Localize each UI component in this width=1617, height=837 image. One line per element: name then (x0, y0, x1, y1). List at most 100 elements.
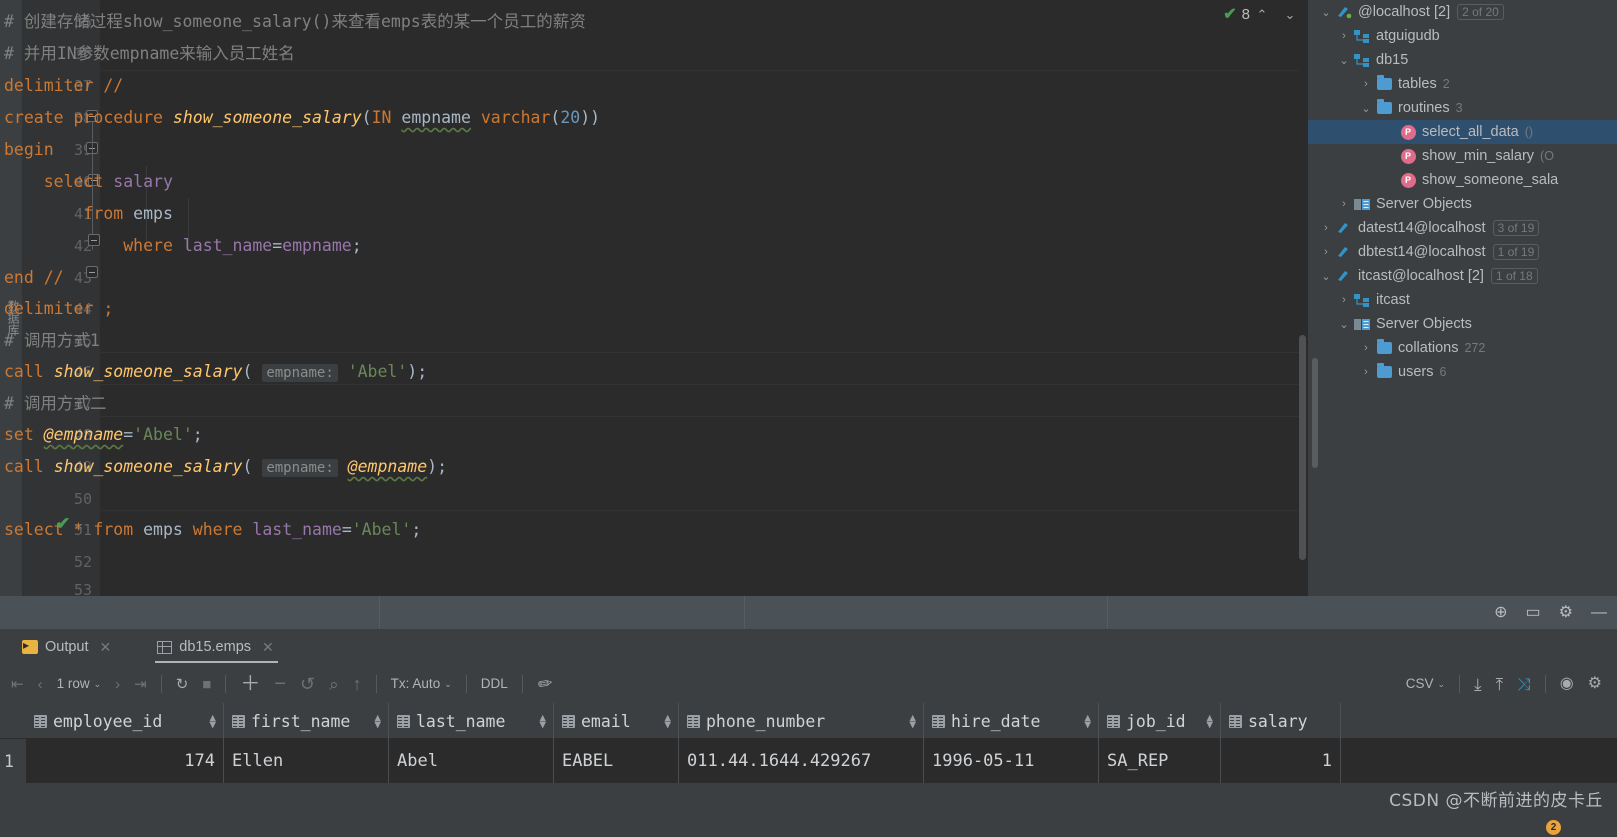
chevron-right-icon[interactable]: › (1318, 222, 1334, 234)
last-page-button[interactable]: ⇥ (127, 677, 154, 692)
chevron-right-icon[interactable]: › (1336, 30, 1352, 42)
inspection-widget[interactable]: ✔ 8 (1223, 4, 1250, 24)
code-line-38[interactable]: create procedure show_someone_salary(IN … (4, 102, 1308, 134)
code-line-37[interactable]: delimiter // (4, 70, 1308, 102)
export-data-icon[interactable]: ⤓ (1467, 676, 1489, 693)
cell-phone-number[interactable]: 011.44.1644.429267 (679, 739, 924, 783)
chevron-down-icon[interactable]: ⌄ (1336, 318, 1352, 331)
tree-item-itcast-schema[interactable]: › itcast (1308, 288, 1617, 312)
pin-tab-icon[interactable]: ✐ (527, 669, 560, 699)
code-line-43[interactable]: end // (4, 262, 1308, 294)
tree-item-datest14[interactable]: › datest14@localhost 3 of 19 (1308, 216, 1617, 240)
cell-employee-id[interactable]: 174 (26, 739, 224, 783)
code-line-40[interactable]: select salary (4, 166, 1308, 198)
tree-item-atguigudb[interactable]: › atguigudb (1308, 24, 1617, 48)
chevron-down-icon[interactable]: ⌄ (1358, 102, 1374, 115)
cell-first-name[interactable]: Ellen (224, 739, 389, 783)
minimize-icon[interactable]: — (1591, 605, 1607, 621)
column-header-employee-id[interactable]: employee_id ▲▼ (26, 703, 224, 739)
find-button[interactable]: ⌕ (322, 676, 346, 693)
sort-indicator-icon[interactable]: ▲▼ (374, 714, 381, 728)
panel-splitter-bar[interactable]: ⊕ ▭ ⚙ — (0, 596, 1617, 629)
row-count-selector[interactable]: 1 row ⌄ (50, 677, 109, 691)
cell-last-name[interactable]: Abel (389, 739, 554, 783)
code-line-36[interactable]: # 并用IN参数empname来输入员工姓名 (4, 38, 1308, 70)
code-line-49[interactable]: call show_someone_salary( empname: @empn… (4, 451, 1308, 483)
chevron-down-icon[interactable]: ⌄ (1336, 54, 1352, 67)
prev-page-button[interactable]: ‹ (31, 677, 50, 692)
revert-button[interactable]: ↺ (293, 675, 322, 693)
chevron-right-icon[interactable]: › (1318, 246, 1334, 258)
stop-button[interactable]: ■ (195, 677, 218, 692)
column-header-hire-date[interactable]: hire_date ▲▼ (924, 703, 1099, 739)
chevron-down-icon[interactable]: ⌄ (1318, 270, 1334, 283)
grid-settings-gear-icon[interactable]: ⚙ (1581, 676, 1609, 692)
cell-job-id[interactable]: SA_REP (1099, 739, 1221, 783)
view-as-icon[interactable]: ◉ (1553, 676, 1581, 692)
submit-button[interactable]: ↑ (346, 675, 369, 693)
layout-panel-icon[interactable]: ▭ (1526, 605, 1541, 621)
chevron-right-icon[interactable]: › (1336, 294, 1352, 306)
chevron-right-icon[interactable]: › (1336, 198, 1352, 210)
code-line-45[interactable]: # 调用方式1 (4, 325, 1308, 357)
sort-indicator-icon[interactable]: ▲▼ (539, 714, 546, 728)
tree-item-itcast-localhost[interactable]: ⌄ itcast@localhost [2] 1 of 18 (1308, 264, 1617, 288)
column-header-salary[interactable]: salary (1221, 703, 1341, 739)
column-header-last-name[interactable]: last_name ▲▼ (389, 703, 554, 739)
sort-indicator-icon[interactable]: ▲▼ (909, 714, 916, 728)
cell-email[interactable]: EABEL (554, 739, 679, 783)
tree-vertical-scrollbar[interactable] (1312, 358, 1318, 468)
chevron-right-icon[interactable]: › (1358, 78, 1374, 90)
tree-item-show-min-salary[interactable]: P show_min_salary (O (1308, 144, 1617, 168)
code-line-51[interactable]: select * from emps where last_name='Abel… (4, 514, 1308, 546)
output-format-selector[interactable]: CSV ⌄ (1399, 677, 1452, 691)
next-page-button[interactable]: › (108, 677, 127, 692)
table-row[interactable]: 174 Ellen Abel EABEL 011.44.1644.429267 … (26, 739, 1617, 783)
chevron-right-icon[interactable]: › (1358, 342, 1374, 354)
tree-item-localhost[interactable]: ⌄ @localhost [2] 2 of 20 (1308, 0, 1617, 24)
code-line-48[interactable]: set @empname='Abel'; (4, 419, 1308, 451)
sort-indicator-icon[interactable]: ▲▼ (1084, 714, 1091, 728)
sort-indicator-icon[interactable]: ▲▼ (664, 714, 671, 728)
column-header-email[interactable]: email ▲▼ (554, 703, 679, 739)
target-locate-icon[interactable]: ⊕ (1494, 605, 1507, 621)
code-line-46[interactable]: call show_someone_salary( empname: 'Abel… (4, 356, 1308, 388)
chevron-down-icon[interactable]: ⌄ (1318, 6, 1334, 19)
cell-hire-date[interactable]: 1996-05-11 (924, 739, 1099, 783)
tree-item-routines[interactable]: ⌄ routines 3 (1308, 96, 1617, 120)
transaction-mode-selector[interactable]: Tx: Auto ⌄ (384, 677, 459, 691)
column-header-job-id[interactable]: job_id ▲▼ (1099, 703, 1221, 739)
code-line-41[interactable]: from emps (4, 198, 1308, 230)
notification-badge[interactable]: 2 (1546, 820, 1561, 835)
editor-vertical-scrollbar[interactable] (1299, 335, 1306, 560)
column-header-phone-number[interactable]: phone_number ▲▼ (679, 703, 924, 739)
add-row-button[interactable]: ＋ (233, 674, 267, 694)
next-problem-icon[interactable]: ⌄ (1280, 7, 1300, 23)
close-icon[interactable]: ✕ (262, 639, 274, 656)
tree-item-dbtest14[interactable]: › dbtest14@localhost 1 of 19 (1308, 240, 1617, 264)
close-icon[interactable]: ✕ (100, 639, 112, 656)
settings-gear-icon[interactable]: ⚙ (1559, 605, 1573, 621)
ddl-button[interactable]: DDL (474, 677, 515, 691)
code-line-42[interactable]: where last_name=empname; (4, 230, 1308, 262)
code-line-39[interactable]: begin (4, 134, 1308, 166)
first-page-button[interactable]: ⇤ (4, 677, 31, 692)
code-line-44[interactable]: delimiter ; (4, 293, 1308, 325)
code-line-35[interactable]: # 创建存储过程show_someone_salary()来查看emps表的某一… (4, 6, 1308, 38)
tab-output[interactable]: Output ✕ (12, 629, 123, 665)
tree-item-server-objects-localhost[interactable]: › Server Objects (1308, 192, 1617, 216)
column-header-first-name[interactable]: first_name ▲▼ (224, 703, 389, 739)
tab-db15-emps[interactable]: db15.emps ✕ (147, 629, 285, 665)
statement-executed-check-icon[interactable]: ✔ (56, 514, 70, 534)
sort-indicator-icon[interactable]: ▲▼ (1206, 714, 1213, 728)
chevron-right-icon[interactable]: › (1358, 366, 1374, 378)
tree-item-users[interactable]: › users 6 (1308, 360, 1617, 384)
remove-row-button[interactable]: − (267, 674, 293, 694)
tree-item-tables[interactable]: › tables 2 (1308, 72, 1617, 96)
cell-salary[interactable]: 1 (1221, 739, 1341, 783)
reload-button[interactable]: ↻ (169, 677, 196, 692)
data-extractor-icon[interactable]: ⤨ (1510, 676, 1538, 693)
prev-problem-icon[interactable]: ⌃ (1252, 7, 1272, 23)
tree-item-collations[interactable]: › collations 272 (1308, 336, 1617, 360)
tree-item-show-someone-salary[interactable]: P show_someone_sala (1308, 168, 1617, 192)
